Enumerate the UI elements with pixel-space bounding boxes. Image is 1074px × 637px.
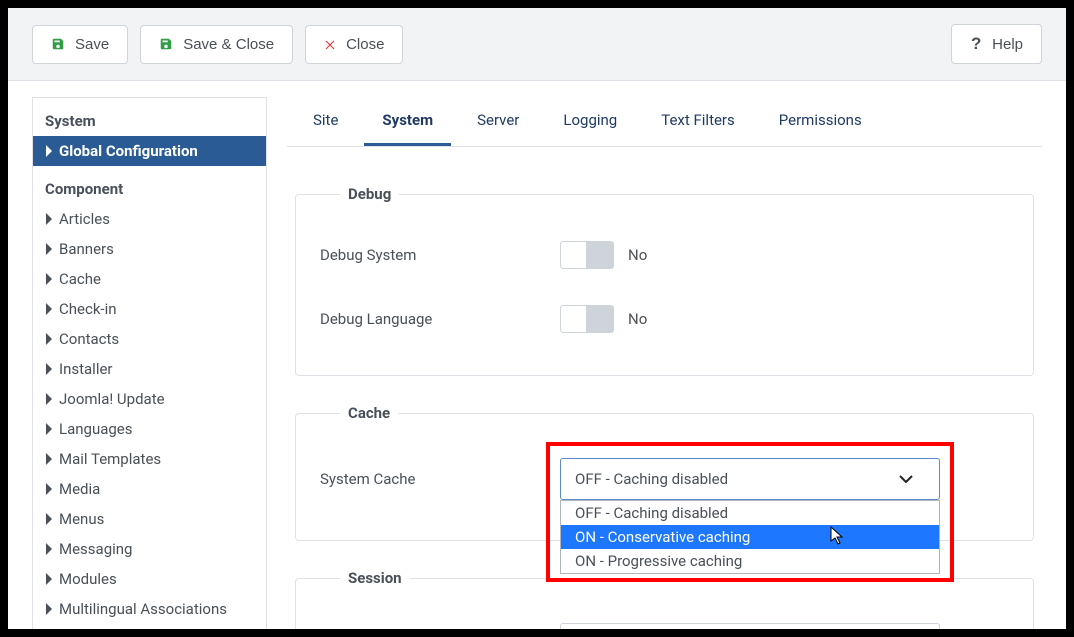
tab-content: Debug Debug System No Debug Language No	[287, 147, 1042, 629]
toggle-debug-language[interactable]	[560, 305, 614, 333]
sidebar-item-label: Cache	[59, 270, 101, 288]
legend-session: Session	[340, 569, 410, 587]
chevron-down-icon	[887, 459, 925, 499]
main-content: SiteSystemServerLoggingText FiltersPermi…	[287, 97, 1042, 629]
chevron-right-icon	[45, 573, 53, 585]
chevron-right-icon	[45, 603, 53, 615]
close-button[interactable]: Close	[305, 25, 403, 64]
sidebar-item[interactable]: Modules	[33, 564, 266, 594]
legend-debug: Debug	[340, 185, 399, 203]
legend-cache: Cache	[340, 404, 398, 422]
sidebar-heading-system: System	[33, 108, 266, 136]
dropdown-option[interactable]: ON - Conservative caching	[561, 525, 939, 549]
row-session-handler: Session Handler Database	[320, 607, 1009, 629]
sidebar-item[interactable]: Banners	[33, 234, 266, 264]
chevron-down-icon	[887, 624, 925, 629]
chevron-right-icon	[45, 423, 53, 435]
select-system-cache[interactable]: OFF - Caching disabled	[560, 458, 940, 500]
save-close-label: Save & Close	[183, 36, 274, 53]
sidebar-item-label: Media	[59, 480, 100, 498]
chevron-right-icon	[45, 333, 53, 345]
tab-system[interactable]: System	[364, 97, 451, 146]
sidebar-item[interactable]: Check-in	[33, 294, 266, 324]
sidebar-item[interactable]: Media	[33, 474, 266, 504]
sidebar-item-label: Multilingual Associations	[59, 600, 227, 618]
tab-logging[interactable]: Logging	[545, 97, 635, 146]
sidebar-item-label: Check-in	[59, 300, 117, 318]
close-label: Close	[346, 36, 384, 53]
row-debug-language: Debug Language No	[320, 287, 1009, 351]
save-label: Save	[75, 36, 109, 53]
label-debug-language: Debug Language	[320, 310, 560, 328]
sidebar-item-label: Contacts	[59, 330, 119, 348]
sidebar-item[interactable]: Mail Templates	[33, 444, 266, 474]
sidebar-item-label: Modules	[59, 570, 117, 588]
dropdown-option[interactable]: OFF - Caching disabled	[561, 501, 939, 525]
sidebar-item[interactable]: Menus	[33, 504, 266, 534]
select-value: OFF - Caching disabled	[575, 470, 728, 488]
label-system-cache: System Cache	[320, 470, 560, 488]
row-debug-system: Debug System No	[320, 223, 1009, 287]
sidebar-item[interactable]: Multilingual Associations	[33, 594, 266, 624]
sidebar-item-label: Mail Templates	[59, 450, 161, 468]
sidebar-item[interactable]: Messaging	[33, 534, 266, 564]
label-debug-system: Debug System	[320, 246, 560, 264]
sidebar-item-label: Messaging	[59, 540, 132, 558]
row-system-cache: System Cache OFF - Caching disabled OFF …	[320, 442, 1009, 516]
chevron-right-icon	[45, 213, 53, 225]
sidebar-item-label: Banners	[59, 240, 114, 258]
chevron-right-icon	[45, 145, 53, 157]
toggle-debug-system[interactable]	[560, 241, 614, 269]
sidebar-item[interactable]: Joomla! Update	[33, 384, 266, 414]
sidebar-item[interactable]: Languages	[33, 414, 266, 444]
sidebar-item[interactable]: Installer	[33, 354, 266, 384]
sidebar-item[interactable]: Articles	[33, 204, 266, 234]
toolbar: Save Save & Close Close ? Help	[8, 8, 1066, 81]
sidebar-item-label: Articles	[59, 210, 110, 228]
chevron-right-icon	[45, 513, 53, 525]
save-icon	[159, 37, 173, 51]
value-debug-system: No	[628, 246, 647, 264]
sidebar-item-label: Joomla! Update	[59, 390, 165, 408]
fieldset-session: Session Session Handler Database	[295, 569, 1034, 629]
tab-text-filters[interactable]: Text Filters	[643, 97, 753, 146]
fieldset-debug: Debug Debug System No Debug Language No	[295, 185, 1034, 376]
save-icon	[51, 37, 65, 51]
chevron-right-icon	[45, 483, 53, 495]
close-icon	[324, 38, 336, 50]
sidebar-item[interactable]: Contacts	[33, 324, 266, 354]
fieldset-cache: Cache System Cache OFF - Caching disable…	[295, 404, 1034, 541]
save-close-button[interactable]: Save & Close	[140, 25, 293, 64]
sidebar-item-label: Global Configuration	[59, 142, 198, 160]
help-label: Help	[992, 36, 1023, 53]
tabs: SiteSystemServerLoggingText FiltersPermi…	[287, 97, 1042, 147]
chevron-right-icon	[45, 453, 53, 465]
chevron-right-icon	[45, 363, 53, 375]
chevron-right-icon	[45, 273, 53, 285]
sidebar-item-label: Menus	[59, 510, 104, 528]
help-button[interactable]: ? Help	[951, 24, 1042, 64]
chevron-right-icon	[45, 393, 53, 405]
sidebar-item-label: Languages	[59, 420, 133, 438]
sidebar-item-global-configuration[interactable]: Global Configuration	[33, 136, 266, 166]
sidebar-item[interactable]: Cache	[33, 264, 266, 294]
chevron-right-icon	[45, 243, 53, 255]
chevron-right-icon	[45, 303, 53, 315]
save-button[interactable]: Save	[32, 25, 128, 64]
select-session-handler[interactable]: Database	[560, 623, 940, 629]
sidebar: System Global Configuration Component Ar…	[32, 97, 267, 629]
dropdown-system-cache: OFF - Caching disabledON - Conservative …	[560, 500, 940, 574]
tab-site[interactable]: Site	[295, 97, 356, 146]
sidebar-heading-component: Component	[33, 176, 266, 204]
tab-server[interactable]: Server	[459, 97, 537, 146]
tab-permissions[interactable]: Permissions	[761, 97, 880, 146]
dropdown-option[interactable]: ON - Progressive caching	[561, 549, 939, 573]
chevron-right-icon	[45, 543, 53, 555]
sidebar-item-label: Installer	[59, 360, 113, 378]
value-debug-language: No	[628, 310, 647, 328]
help-icon: ?	[970, 35, 982, 53]
